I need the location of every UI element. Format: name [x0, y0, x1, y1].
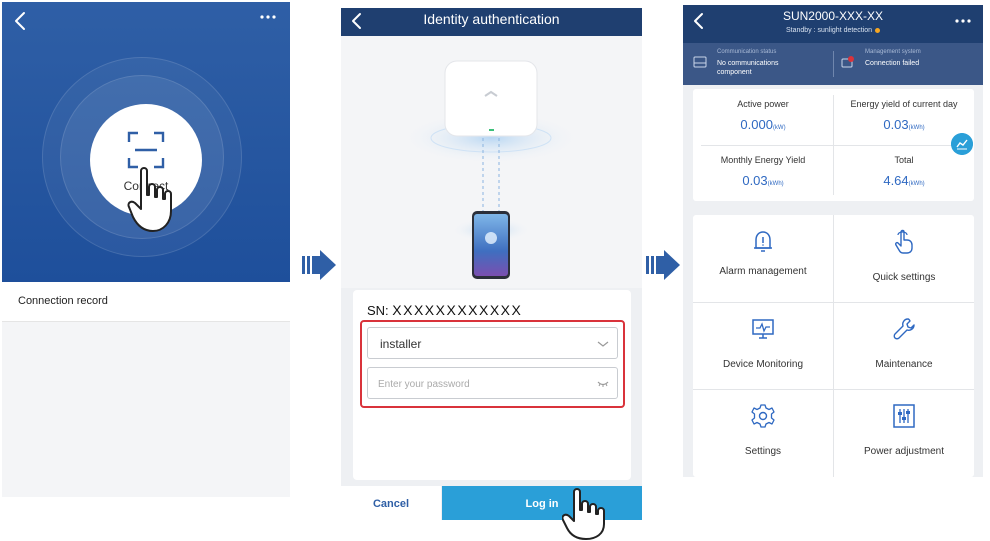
status-dot: [875, 27, 880, 33]
device-header: SUN2000-XXX-XX Standby : sunlight detect…: [683, 5, 983, 43]
stage: Connect Connection record Identity authe…: [0, 0, 990, 541]
eye-closed-icon[interactable]: [597, 379, 609, 389]
connection-record-row[interactable]: Connection record: [2, 282, 290, 322]
sn-row: SN: XXXXXXXXXXXX: [367, 302, 522, 318]
sn-value: XXXXXXXXXXXX: [392, 302, 523, 318]
bell-icon: [754, 231, 772, 252]
more-icon[interactable]: [256, 10, 280, 24]
mgmt-value: Connection failed: [865, 60, 920, 67]
screen-connect: Connect Connection record: [2, 2, 290, 497]
tap-hand-icon: [895, 229, 913, 254]
active-power-cell: Active power 0.000(kW): [693, 89, 833, 145]
menu-label: Power adjustment: [863, 446, 945, 457]
user-value: installer: [380, 337, 422, 351]
menu-power-adjustment[interactable]: Power adjustment: [834, 389, 974, 476]
menu-label: Alarm management: [719, 266, 807, 277]
menu-label: Device Monitoring: [722, 359, 804, 370]
device-status: Standby : sunlight detection: [683, 27, 983, 34]
router-icon: [693, 56, 707, 68]
back-icon[interactable]: [10, 10, 32, 32]
title-bar: Identity authentication: [341, 8, 642, 36]
metric-value: 4.64(kWh): [883, 173, 925, 188]
divider: [833, 51, 834, 77]
server-alert-icon: [841, 56, 854, 68]
menu-alarm-management[interactable]: Alarm management: [693, 215, 833, 302]
menu-settings[interactable]: Settings: [693, 389, 833, 476]
screen-device-home: SUN2000-XXX-XX Standby : sunlight detect…: [683, 5, 983, 477]
metric-value: 0.000(kW): [740, 117, 786, 132]
menu-maintenance[interactable]: Maintenance: [834, 302, 974, 389]
wrench-icon: [893, 318, 915, 340]
metric-value: 0.03(kWh): [883, 117, 925, 132]
metric-title: Monthly Energy Yield: [720, 155, 806, 165]
login-card: SN: XXXXXXXXXXXX installer: [353, 290, 631, 480]
pairing-illustration: [341, 36, 642, 288]
credentials-highlight: installer: [360, 320, 625, 408]
menu-label: Maintenance: [875, 359, 933, 370]
monthly-yield-cell: Monthly Energy Yield 0.03(kWh): [693, 145, 833, 201]
metric-title: Energy yield of current day: [850, 99, 958, 109]
sn-label: SN:: [367, 303, 389, 318]
cancel-button[interactable]: Cancel: [341, 486, 441, 520]
metric-title: Active power: [737, 99, 789, 109]
login-label: Log in: [525, 498, 559, 510]
comm-label: Communication status: [717, 49, 777, 55]
sliders-icon: [893, 404, 915, 428]
chevron-down-icon[interactable]: [597, 339, 609, 349]
metric-title: Total: [894, 155, 914, 165]
device-name: SUN2000-XXX-XX: [782, 9, 884, 23]
menu-quick-settings[interactable]: Quick settings: [834, 215, 974, 302]
total-yield-cell: Total 4.64(kWh): [834, 145, 974, 201]
connection-record-label: Connection record: [18, 295, 108, 307]
status-strip: Communication status No communications c…: [683, 43, 983, 85]
screen-identity-auth: Identity authentication SN: XXXXXXXXXXXX…: [341, 8, 642, 520]
hero-panel: Connect: [2, 2, 290, 282]
user-select[interactable]: installer: [367, 327, 618, 359]
login-button[interactable]: Log in: [442, 486, 642, 520]
cancel-label: Cancel: [372, 498, 410, 510]
more-icon[interactable]: [953, 15, 973, 27]
menu-label: Quick settings: [872, 272, 936, 283]
tap-hand-icon: [562, 488, 605, 540]
tap-hand-icon: [127, 167, 172, 232]
gear-icon: [751, 404, 775, 428]
device-status-text: Standby : sunlight detection: [785, 27, 872, 34]
energy-panel: Active power 0.000(kW) Energy yield of c…: [693, 89, 974, 201]
trend-chart-icon[interactable]: [951, 133, 973, 155]
comm-value: No communications component: [717, 60, 779, 76]
menu-label: Settings: [744, 446, 782, 457]
arrow-right-icon: [302, 250, 336, 280]
arrow-right-icon: [646, 250, 680, 280]
scan-icon: [127, 131, 165, 169]
monitor-icon: [752, 319, 774, 339]
function-menu: Alarm management Quick settings Device M…: [693, 215, 974, 477]
password-field[interactable]: [367, 367, 618, 399]
menu-device-monitoring[interactable]: Device Monitoring: [693, 302, 833, 389]
page-title: Identity authentication: [423, 11, 560, 27]
mgmt-label: Management system: [865, 49, 921, 55]
metric-value: 0.03(kWh): [742, 173, 784, 188]
password-input[interactable]: [378, 374, 578, 394]
